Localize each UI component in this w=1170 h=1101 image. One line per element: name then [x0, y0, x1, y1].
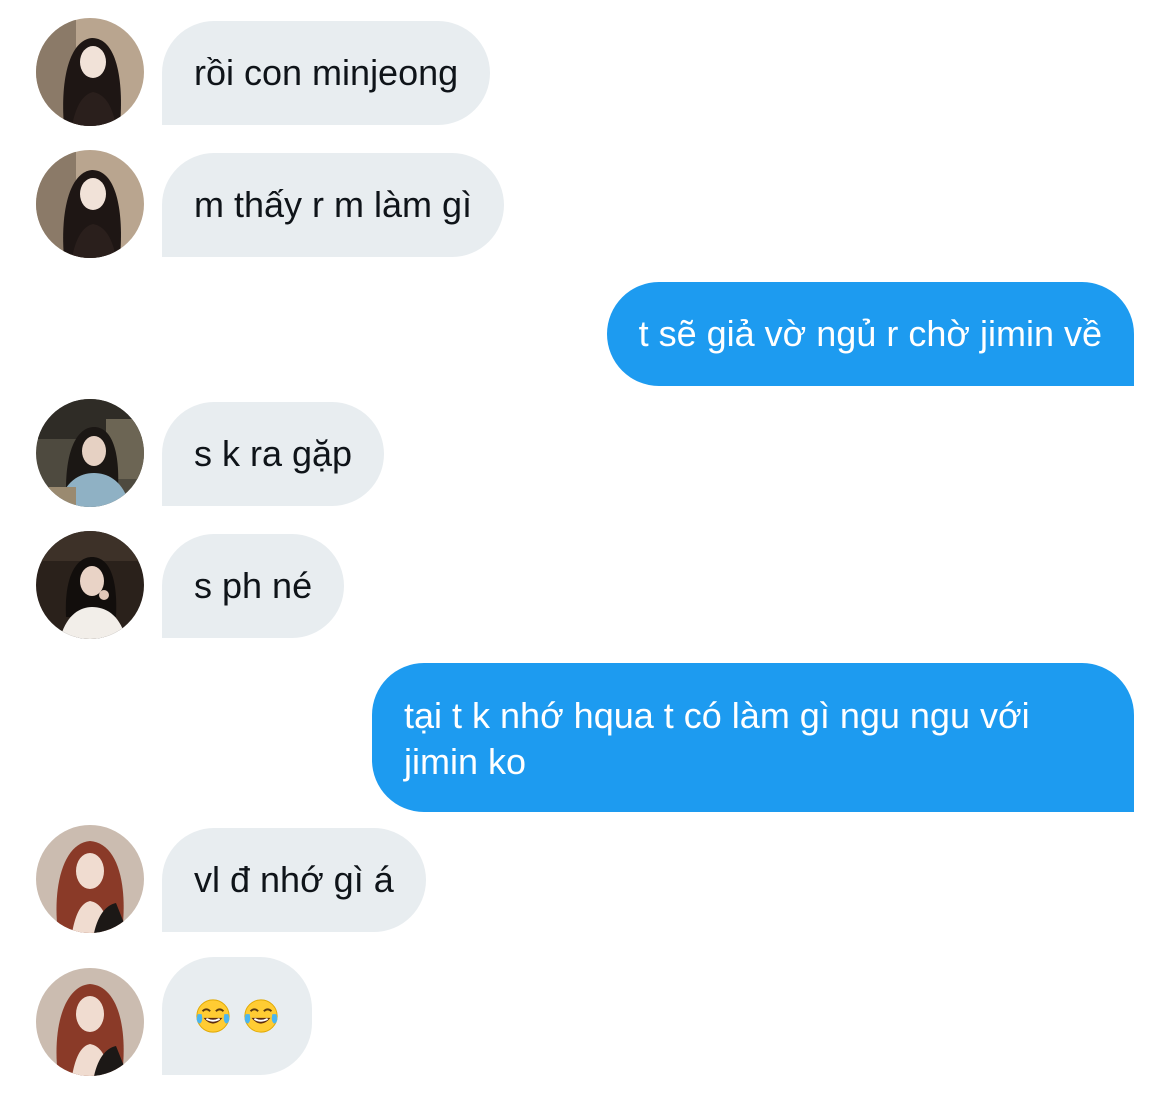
avatar-photo: [36, 399, 144, 507]
incoming-message[interactable]: [162, 957, 312, 1075]
face-with-tears-of-joy-icon: [196, 999, 230, 1033]
avatar[interactable]: [36, 825, 144, 933]
message-text: t sẽ giả vờ ngủ r chờ jimin về: [638, 313, 1102, 354]
message-thread: rồi con minjeong m thấy r m làm gì t sẽ …: [0, 0, 1170, 1101]
avatar[interactable]: [36, 531, 144, 639]
avatar-photo: [36, 18, 144, 126]
message-text: s ph né: [194, 565, 313, 606]
emoji-row: [194, 997, 280, 1035]
face-with-tears-of-joy-icon: [244, 999, 278, 1033]
incoming-message[interactable]: rồi con minjeong: [162, 21, 491, 125]
message-text: rồi con minjeong: [194, 52, 459, 93]
message-text: s k ra gặp: [194, 433, 353, 474]
incoming-message[interactable]: m thấy r m làm gì: [162, 153, 505, 257]
avatar-photo: [36, 825, 144, 933]
avatar-photo: [36, 150, 144, 258]
avatar-photo: [36, 968, 144, 1076]
avatar[interactable]: [36, 150, 144, 258]
message-text: vl đ nhớ gì á: [194, 859, 394, 900]
avatar[interactable]: [36, 968, 144, 1076]
avatar-photo: [36, 531, 144, 639]
incoming-message[interactable]: s ph né: [162, 534, 345, 638]
avatar[interactable]: [36, 18, 144, 126]
avatar[interactable]: [36, 399, 144, 507]
incoming-message[interactable]: vl đ nhớ gì á: [162, 828, 426, 932]
outgoing-message[interactable]: tại t k nhớ hqua t có làm gì ngu ngu với…: [372, 663, 1134, 812]
incoming-message[interactable]: s k ra gặp: [162, 402, 385, 506]
outgoing-message[interactable]: t sẽ giả vờ ngủ r chờ jimin về: [606, 282, 1134, 386]
message-text: m thấy r m làm gì: [194, 184, 473, 225]
message-text: tại t k nhớ hqua t có làm gì ngu ngu với…: [404, 695, 1030, 782]
